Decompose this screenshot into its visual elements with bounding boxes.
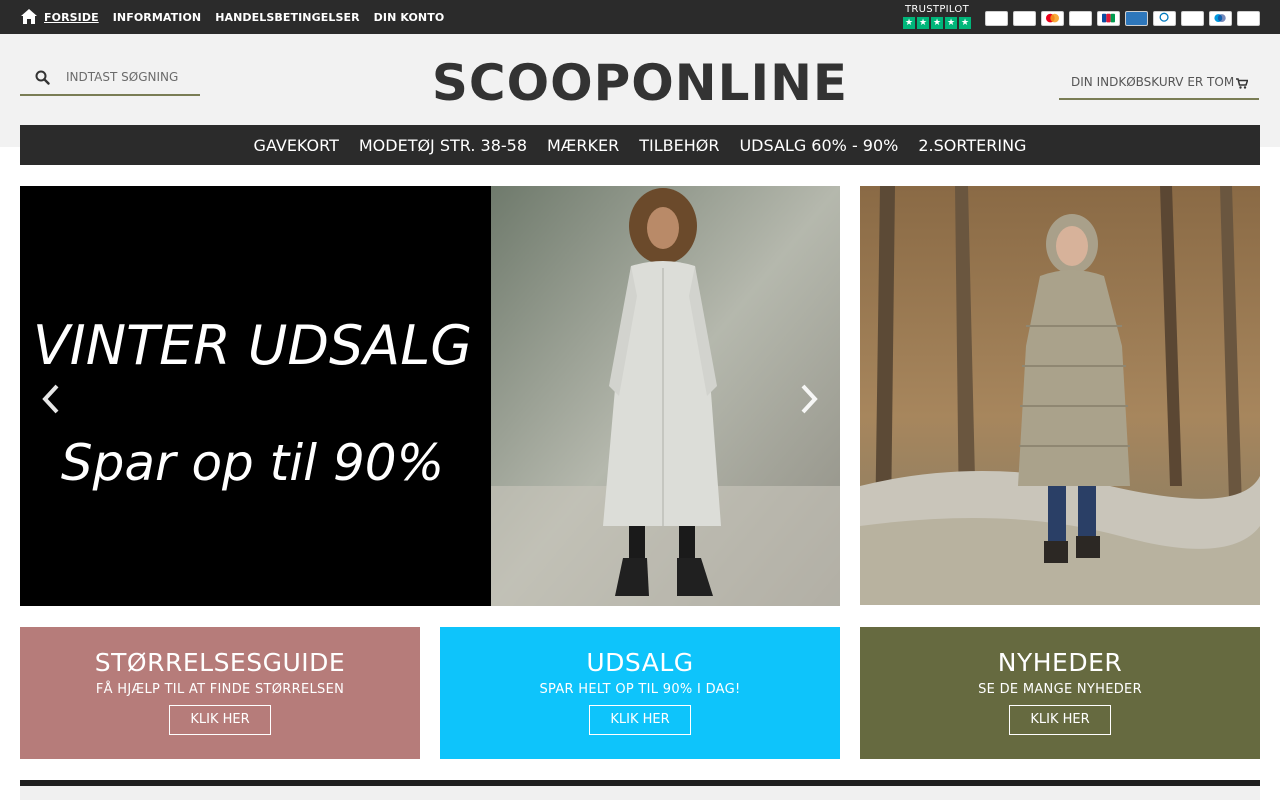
promo-text: SE DE MANGE NYHEDER bbox=[978, 682, 1142, 697]
hero-model-photo bbox=[491, 186, 840, 606]
nav-gavekort[interactable]: GAVEKORT bbox=[254, 136, 339, 155]
star-icon: ★ bbox=[959, 17, 971, 29]
cart-label: DIN INDKØBSKURV ER TOM bbox=[1071, 75, 1235, 89]
top-link-forside[interactable]: FORSIDE bbox=[44, 11, 99, 24]
trustpilot-label: TRUSTPILOT bbox=[904, 4, 969, 15]
promo-news: NYHEDER SE DE MANGE NYHEDER KLIK HER bbox=[860, 627, 1260, 759]
promo-title: UDSALG bbox=[586, 648, 694, 677]
trustpilot-badge[interactable]: TRUSTPILOT ★ ★ ★ ★ ★ bbox=[903, 4, 971, 30]
payment-cards bbox=[985, 11, 1260, 26]
promo-title: STØRRELSESGUIDE bbox=[94, 648, 346, 677]
chevron-left-icon[interactable] bbox=[40, 383, 62, 415]
hero-slider[interactable]: VINTER UDSALG Spar op til 90% bbox=[20, 186, 840, 606]
top-link-din-konto[interactable]: DIN KONTO bbox=[374, 11, 445, 24]
top-bar: FORSIDE INFORMATION HANDELSBETINGELSER D… bbox=[0, 0, 1280, 34]
anyday-icon bbox=[1237, 11, 1260, 26]
promo-title: NYHEDER bbox=[997, 648, 1123, 677]
promo-text: SPAR HELT OP TIL 90% I DAG! bbox=[539, 682, 741, 697]
amex-icon bbox=[1125, 11, 1148, 26]
jcb-icon bbox=[1097, 11, 1120, 26]
promo-button[interactable]: KLIK HER bbox=[169, 705, 271, 735]
star-icon: ★ bbox=[931, 17, 943, 29]
cart-icon bbox=[1236, 78, 1248, 89]
main-nav: GAVEKORT MODETØJ STR. 38-58 MÆRKER TILBE… bbox=[20, 125, 1260, 165]
nav-tilbehoer[interactable]: TILBEHØR bbox=[639, 136, 719, 155]
star-icon: ★ bbox=[945, 17, 957, 29]
visa-icon bbox=[1013, 11, 1036, 26]
top-link-handelsbetingelser[interactable]: HANDELSBETINGELSER bbox=[215, 11, 359, 24]
nav-2-sortering[interactable]: 2.SORTERING bbox=[918, 136, 1026, 155]
nav-udsalg[interactable]: UDSALG 60% - 90% bbox=[739, 136, 898, 155]
hero-subtitle: Spar op til 90% bbox=[60, 434, 445, 492]
visa-icon bbox=[1069, 11, 1092, 26]
cart-box[interactable]: DIN INDKØBSKURV ER TOM bbox=[1059, 66, 1259, 100]
promo-button[interactable]: KLIK HER bbox=[589, 705, 691, 735]
diners-icon bbox=[1153, 11, 1176, 26]
top-links: FORSIDE INFORMATION HANDELSBETINGELSER D… bbox=[44, 0, 444, 34]
star-icon: ★ bbox=[917, 17, 929, 29]
promo-text: FÅ HJÆLP TIL AT FINDE STØRRELSEN bbox=[95, 682, 345, 697]
promo-size-guide: STØRRELSESGUIDE FÅ HJÆLP TIL AT FINDE ST… bbox=[20, 627, 420, 759]
top-link-information[interactable]: INFORMATION bbox=[113, 11, 202, 24]
nav-modetoej[interactable]: MODETØJ STR. 38-58 bbox=[359, 136, 527, 155]
maestro-icon bbox=[1209, 11, 1232, 26]
trustpilot-stars: ★ ★ ★ ★ ★ bbox=[903, 17, 971, 29]
footer-strip bbox=[20, 786, 1260, 800]
dankort-icon bbox=[985, 11, 1008, 26]
winter-jacket-photo[interactable] bbox=[860, 186, 1260, 605]
hero-text-panel: VINTER UDSALG Spar op til 90% bbox=[20, 186, 491, 606]
promo-button[interactable]: KLIK HER bbox=[1009, 705, 1111, 735]
home-icon[interactable] bbox=[20, 8, 38, 25]
nav-maerker[interactable]: MÆRKER bbox=[547, 136, 619, 155]
star-icon: ★ bbox=[903, 17, 915, 29]
visa-electron-icon bbox=[1181, 11, 1204, 26]
promo-sale: UDSALG SPAR HELT OP TIL 90% I DAG! KLIK … bbox=[440, 627, 840, 759]
hero-title: VINTER UDSALG bbox=[32, 314, 473, 377]
chevron-right-icon[interactable] bbox=[798, 383, 820, 415]
mastercard-icon bbox=[1041, 11, 1064, 26]
